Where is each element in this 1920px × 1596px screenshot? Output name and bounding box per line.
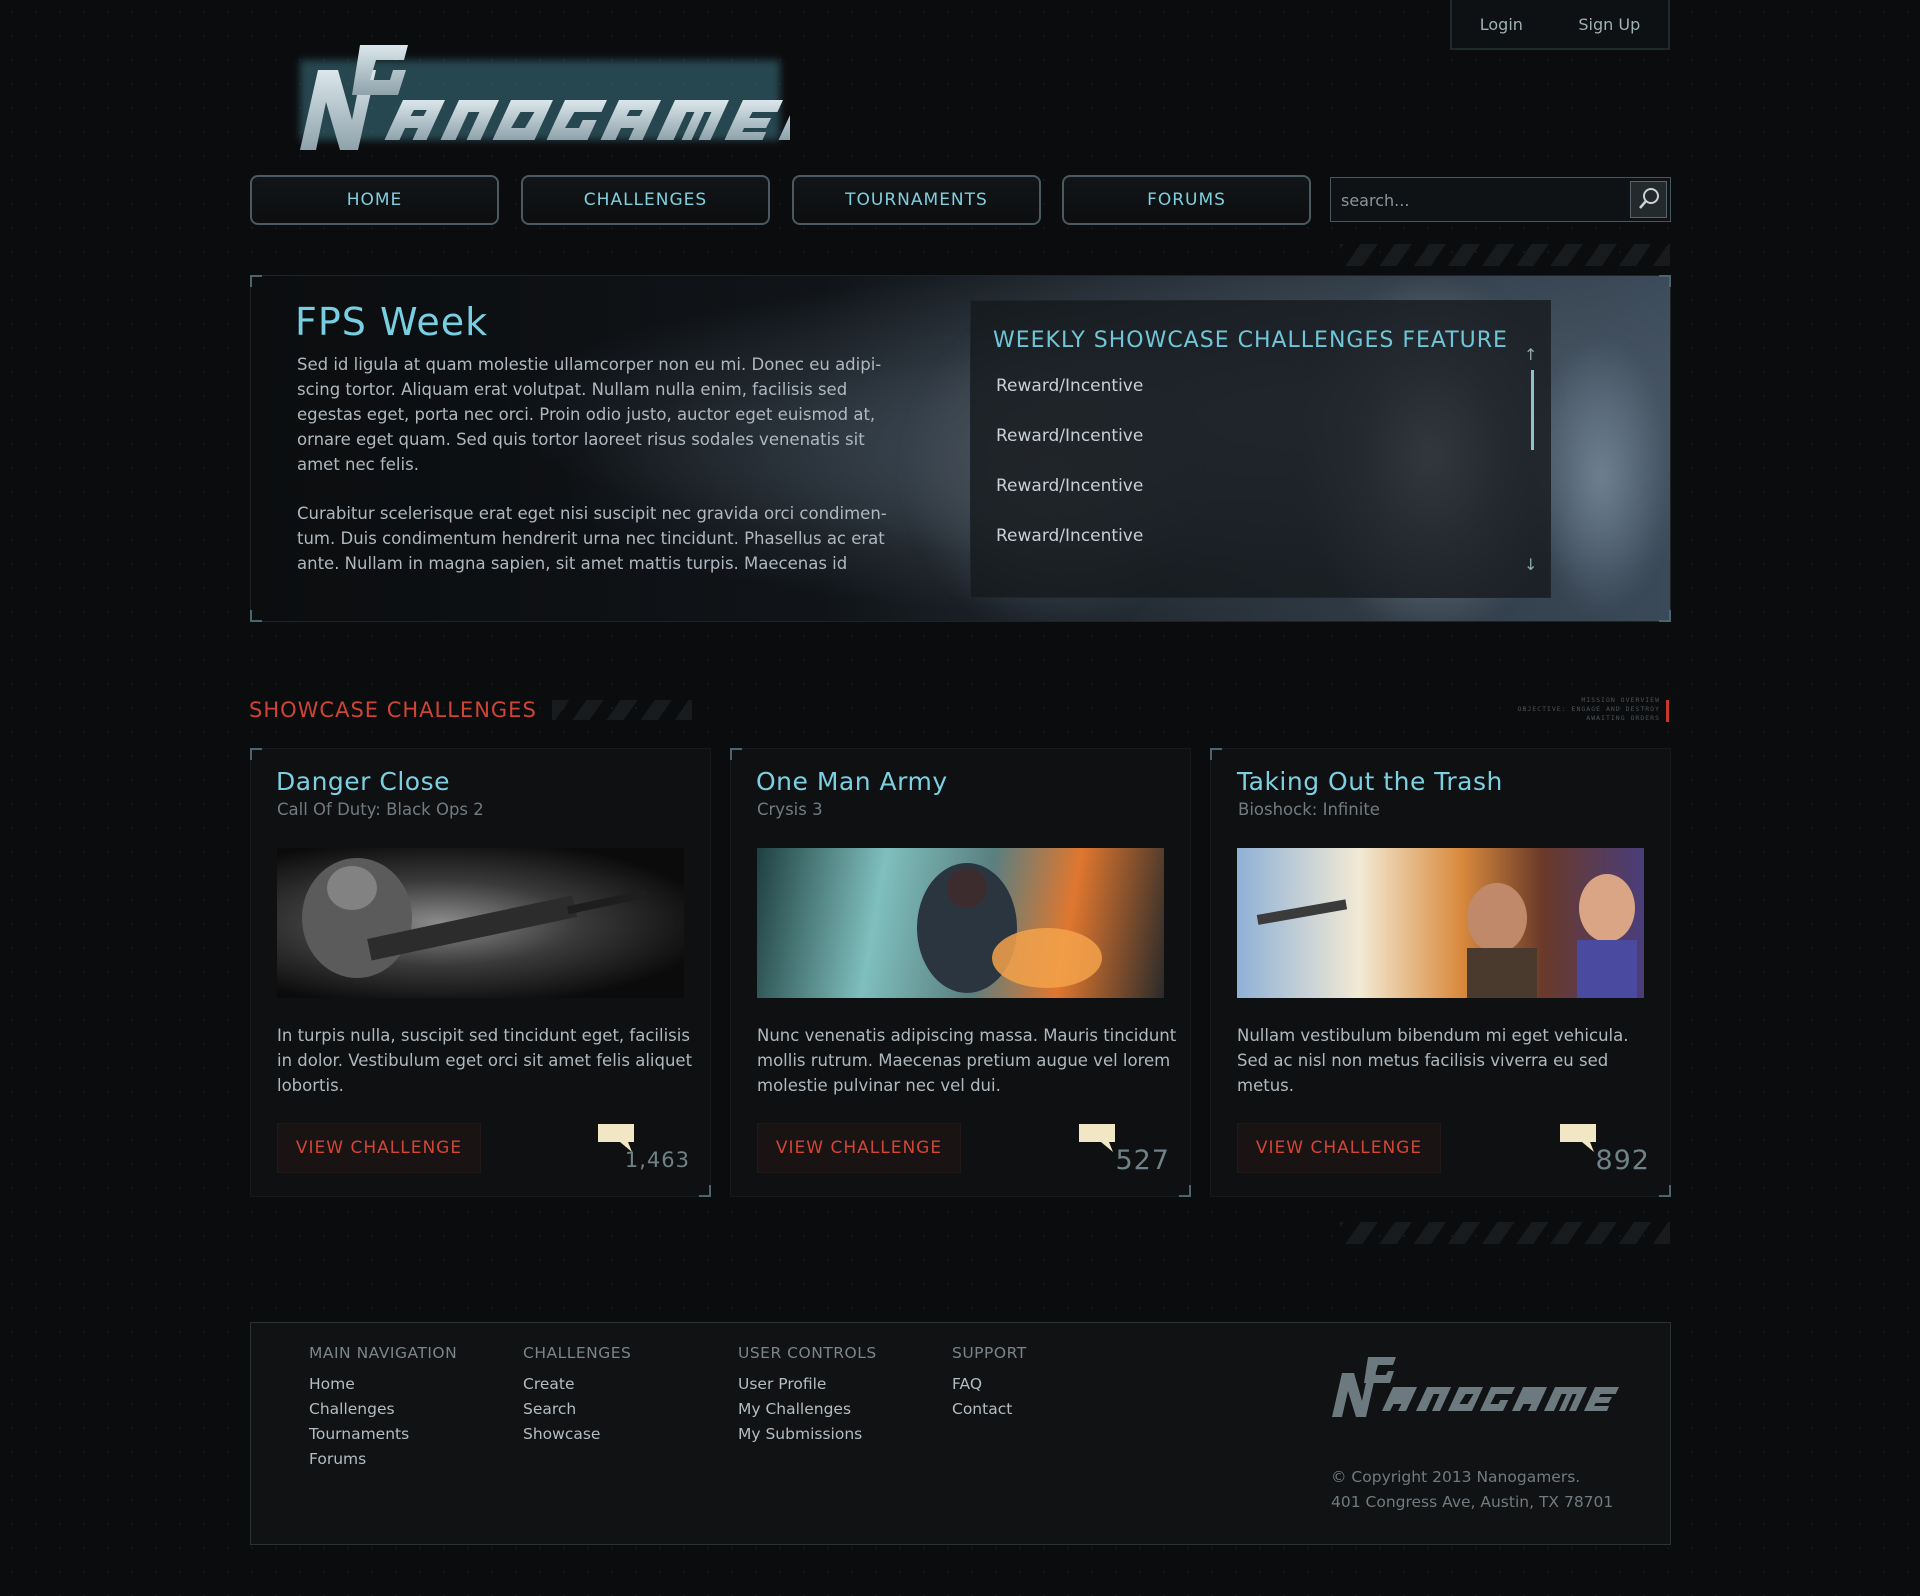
corner-bracket <box>1210 748 1222 760</box>
card-image[interactable] <box>1237 848 1644 998</box>
footer-link-home[interactable]: Home <box>309 1375 355 1393</box>
search-box <box>1330 177 1671 222</box>
nav-challenges[interactable]: CHALLENGES <box>521 175 770 225</box>
card-game: Crysis 3 <box>757 800 823 819</box>
footer-link-contact[interactable]: Contact <box>952 1400 1012 1418</box>
footer-logo[interactable] <box>1330 1345 1630 1425</box>
comment-count: 527 <box>1115 1145 1170 1176</box>
mission-line: AWAITING ORDERS <box>1586 714 1660 722</box>
signup-link[interactable]: Sign Up <box>1578 15 1640 34</box>
hazard-stripes <box>1340 1222 1670 1244</box>
card-image[interactable] <box>757 848 1164 998</box>
corner-bracket <box>250 610 262 622</box>
corner-bracket <box>1659 275 1671 287</box>
scroll-up-icon[interactable]: ↑ <box>1524 345 1537 364</box>
footer-link-my-challenges[interactable]: My Challenges <box>738 1400 851 1418</box>
login-link[interactable]: Login <box>1480 15 1523 34</box>
card-title[interactable]: One Man Army <box>756 767 948 796</box>
comment-count: 892 <box>1595 1145 1650 1176</box>
copyright-text: © Copyright 2013 Nanogamers. <box>1331 1468 1581 1486</box>
footer-heading: SUPPORT <box>952 1344 1027 1362</box>
footer-link-search[interactable]: Search <box>523 1400 576 1418</box>
hero-paragraph: Sed id ligula at quam molestie ullamcorp… <box>297 355 882 474</box>
footer-link-challenges[interactable]: Challenges <box>309 1400 395 1418</box>
card-title[interactable]: Taking Out the Trash <box>1237 767 1503 796</box>
scroll-down-icon[interactable]: ↓ <box>1524 555 1537 574</box>
hazard-stripes <box>552 700 692 720</box>
corner-bracket <box>250 275 262 287</box>
mission-line: MISSION OVERVIEW <box>1581 696 1660 704</box>
footer-heading: MAIN NAVIGATION <box>309 1344 458 1362</box>
card-description: Nullam vestibulum bibendum mi eget vehic… <box>1237 1026 1629 1095</box>
auth-bar: Login Sign Up <box>1450 0 1670 50</box>
hero-title: FPS Week <box>295 300 489 344</box>
view-challenge-button[interactable]: VIEW CHALLENGE <box>757 1123 961 1173</box>
card-description: Nunc venenatis adipiscing massa. Mauris … <box>757 1026 1177 1095</box>
site-logo[interactable] <box>290 20 891 160</box>
soldier-image <box>917 863 1102 993</box>
feature-title: WEEKLY SHOWCASE CHALLENGES FEATURE <box>993 328 1508 353</box>
nanogamers-logo-graphic <box>1332 1357 1620 1417</box>
footer-link-my-submissions[interactable]: My Submissions <box>738 1425 862 1443</box>
reward-item[interactable]: Reward/Incentive <box>996 426 1143 446</box>
address-text: 401 Congress Ave, Austin, TX 78701 <box>1331 1493 1614 1511</box>
footer-link-showcase[interactable]: Showcase <box>523 1425 600 1443</box>
footer-link-faq[interactable]: FAQ <box>952 1375 982 1393</box>
reward-item[interactable]: Reward/Incentive <box>996 476 1143 496</box>
footer-heading: USER CONTROLS <box>738 1344 877 1362</box>
hero-paragraph: Curabitur scelerisque erat eget nisi sus… <box>297 504 887 573</box>
card-game: Bioshock: Infinite <box>1238 800 1380 819</box>
card-description: In turpis nulla, suscipit sed tincidunt … <box>277 1026 693 1095</box>
footer-link-forums[interactable]: Forums <box>309 1450 366 1468</box>
search-button[interactable] <box>1630 181 1667 218</box>
reward-item[interactable]: Reward/Incentive <box>996 526 1143 546</box>
corner-bracket <box>1179 1185 1191 1197</box>
soldier-image <box>302 858 647 978</box>
search-input[interactable] <box>1341 186 1601 214</box>
characters-image <box>1256 874 1637 998</box>
card-title[interactable]: Danger Close <box>276 767 450 796</box>
footer-link-tournaments[interactable]: Tournaments <box>309 1425 409 1443</box>
corner-bracket <box>1659 610 1671 622</box>
scrollbar-thumb[interactable] <box>1531 370 1534 450</box>
corner-bracket <box>1659 1185 1671 1197</box>
comment-count: 1,463 <box>624 1148 690 1172</box>
mission-line: OBJECTIVE: ENGAGE AND DESTROY <box>1517 705 1660 713</box>
reward-item[interactable]: Reward/Incentive <box>996 376 1143 396</box>
mission-accent <box>1666 700 1669 722</box>
footer-link-user-profile[interactable]: User Profile <box>738 1375 826 1393</box>
nanogamers-logo-graphic <box>300 45 891 150</box>
hazard-stripes <box>1340 244 1670 266</box>
view-challenge-button[interactable]: VIEW CHALLENGE <box>1237 1123 1441 1173</box>
view-challenge-button[interactable]: VIEW CHALLENGE <box>277 1123 481 1173</box>
section-title: SHOWCASE CHALLENGES <box>249 698 537 722</box>
card-game: Call Of Duty: Black Ops 2 <box>277 800 484 819</box>
corner-bracket <box>699 1185 711 1197</box>
nav-forums[interactable]: FORUMS <box>1062 175 1311 225</box>
nav-tournaments[interactable]: TOURNAMENTS <box>792 175 1041 225</box>
corner-bracket <box>730 748 742 760</box>
footer-heading: CHALLENGES <box>523 1344 632 1362</box>
footer-link-create[interactable]: Create <box>523 1375 575 1393</box>
corner-bracket <box>250 748 262 760</box>
mission-overview: MISSION OVERVIEW OBJECTIVE: ENGAGE AND D… <box>1500 696 1660 723</box>
card-image[interactable] <box>277 848 684 998</box>
search-icon <box>1639 188 1659 209</box>
nav-home[interactable]: HOME <box>250 175 499 225</box>
